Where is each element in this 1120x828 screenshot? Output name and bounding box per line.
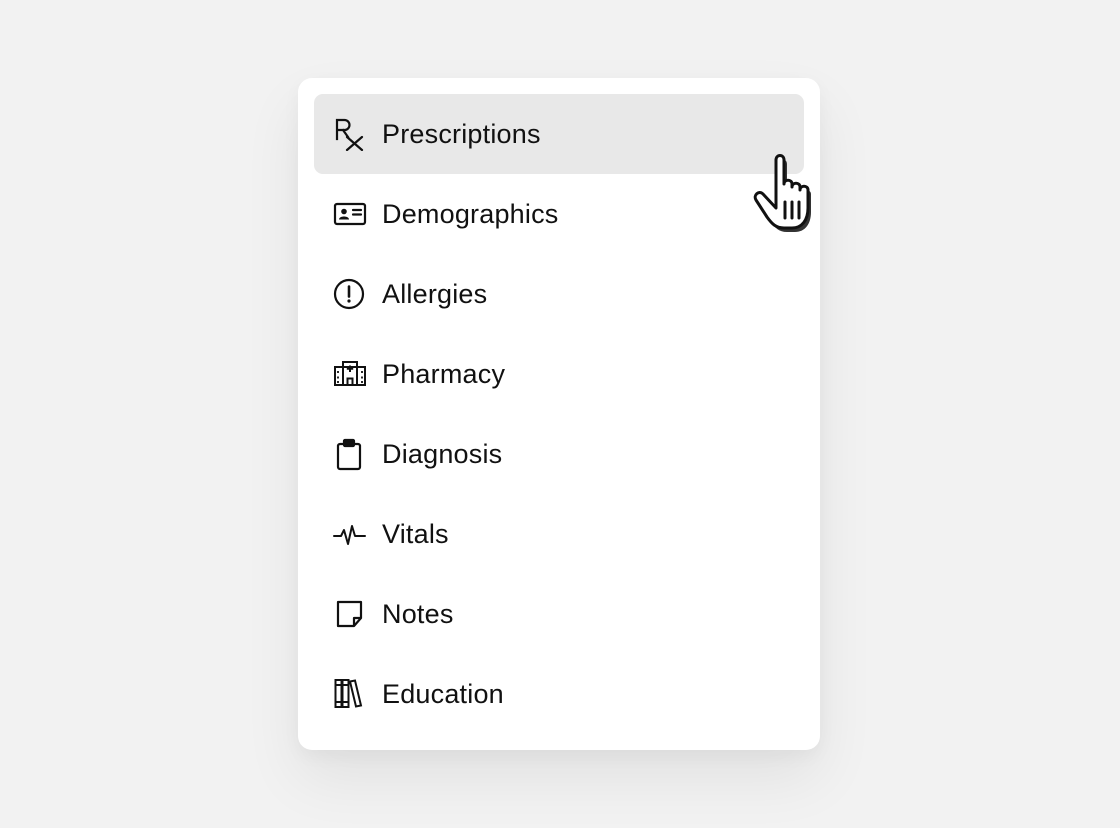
- clipboard-icon: [333, 437, 367, 471]
- menu-item-notes[interactable]: Notes: [314, 574, 804, 654]
- rx-icon: [333, 117, 367, 151]
- menu-item-vitals[interactable]: Vitals: [314, 494, 804, 574]
- navigation-menu: Prescriptions Demographics Allergies Pha…: [298, 78, 820, 750]
- menu-item-label: Allergies: [382, 278, 488, 309]
- menu-item-label: Demographics: [382, 198, 559, 229]
- menu-item-label: Pharmacy: [382, 358, 506, 389]
- menu-item-prescriptions[interactable]: Prescriptions: [314, 94, 804, 174]
- menu-item-label: Prescriptions: [382, 118, 541, 149]
- menu-item-label: Diagnosis: [382, 438, 503, 469]
- sticky-note-icon: [333, 597, 367, 631]
- menu-item-demographics[interactable]: Demographics: [314, 174, 804, 254]
- alert-circle-icon: [333, 277, 367, 311]
- id-card-icon: [333, 197, 367, 231]
- books-icon: [333, 677, 367, 711]
- hospital-building-icon: [333, 357, 367, 391]
- menu-item-diagnosis[interactable]: Diagnosis: [314, 414, 804, 494]
- menu-list: Prescriptions Demographics Allergies Pha…: [314, 94, 804, 734]
- menu-item-label: Notes: [382, 598, 454, 629]
- menu-item-education[interactable]: Education: [314, 654, 804, 734]
- menu-item-label: Vitals: [382, 518, 449, 549]
- menu-item-allergies[interactable]: Allergies: [314, 254, 804, 334]
- menu-item-pharmacy[interactable]: Pharmacy: [314, 334, 804, 414]
- menu-item-label: Education: [382, 678, 504, 709]
- pulse-icon: [333, 517, 367, 551]
